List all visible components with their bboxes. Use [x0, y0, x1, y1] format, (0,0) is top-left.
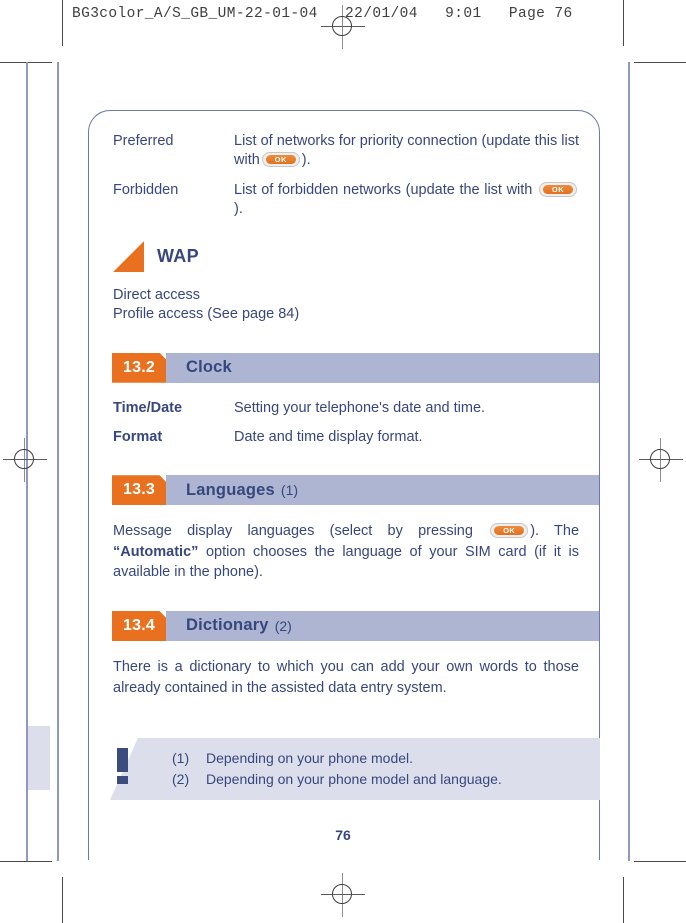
footnote-text: Depending on your phone model.	[206, 750, 414, 766]
footnote-list: (1) Depending on your phone model. (2) D…	[172, 748, 592, 791]
ok-key-label: OK	[494, 526, 525, 536]
definition-description: Date and time display format.	[234, 428, 423, 445]
clock-row-format: Format Date and time display format.	[113, 428, 579, 447]
definition-term: Time/Date	[113, 399, 183, 416]
crop-mark-bottom-right-horizontal	[634, 861, 686, 862]
languages-text-1: Message display languages (select by pre…	[113, 523, 473, 540]
section-number-badge: 13.4	[112, 610, 166, 641]
page-number: 76	[335, 827, 351, 843]
section-title: Languages	[186, 480, 275, 499]
guide-line-right-inner	[628, 62, 630, 861]
languages-paragraph: Message display languages (select by pre…	[113, 521, 579, 583]
languages-text-bold: “Automatic”	[113, 543, 199, 560]
wap-line-direct-access: Direct access	[113, 287, 201, 304]
wap-heading-label: WAP	[157, 246, 199, 267]
registration-mark-right	[639, 438, 683, 482]
registration-mark-left	[3, 438, 47, 482]
ok-key-label: OK	[543, 184, 574, 194]
section-title-bar: Languages (1)	[166, 475, 599, 506]
footnote-item: (1) Depending on your phone model.	[172, 748, 592, 769]
section-title-bar: Dictionary (2)	[166, 610, 599, 641]
section-header-dictionary: 13.4 Dictionary (2)	[112, 610, 599, 641]
definition-description: Setting your telephone's date and time.	[234, 399, 486, 416]
guide-line-left-inner	[57, 62, 59, 861]
crop-mark-top-right-horizontal	[634, 62, 686, 63]
section-title: Dictionary	[186, 616, 269, 635]
crop-mark-bottom-right-vertical	[623, 877, 624, 923]
section-title: Clock	[186, 358, 232, 377]
definition-description-tail: ).	[234, 200, 243, 217]
wap-heading: WAP	[113, 241, 579, 273]
definition-description: List of networks for priority connection…	[234, 132, 579, 171]
footnote-item: (2) Depending on your phone model and la…	[172, 769, 592, 790]
crop-mark-bottom-left-vertical	[62, 877, 63, 923]
section-header-clock: 13.2 Clock	[112, 352, 599, 383]
page-content: Preferred List of networks for priority …	[112, 132, 599, 698]
definition-description: List of forbidden networks (update the l…	[234, 181, 579, 220]
ok-key-label: OK	[265, 155, 296, 165]
crop-mark-top-left-vertical	[62, 0, 63, 46]
definition-row-forbidden: Forbidden List of forbidden networks (up…	[113, 181, 579, 220]
dictionary-paragraph: There is a dictionary to which you can a…	[113, 658, 579, 696]
footnote-marker: (2)	[172, 771, 190, 788]
section-header-languages: 13.3 Languages (1)	[112, 475, 599, 506]
definition-term: Format	[113, 428, 163, 445]
section-footnote-marker: (2)	[274, 617, 292, 634]
section-number-badge: 13.3	[112, 475, 166, 506]
ok-key-icon: OK	[261, 152, 300, 168]
crop-mark-bottom-left-horizontal	[0, 861, 52, 862]
section-number-badge: 13.2	[112, 352, 166, 383]
languages-text-2: ). The	[530, 523, 580, 540]
section-title-bar: Clock	[166, 352, 599, 383]
print-header-text: BG3color_A/S_GB_UM-22-01-04 22/01/04 9:0…	[72, 6, 573, 22]
definition-term: Forbidden	[113, 181, 179, 198]
ok-key-icon: OK	[490, 523, 529, 539]
definition-description-text: List of forbidden networks (update the l…	[234, 181, 533, 198]
section-footnote-marker: (1)	[280, 482, 299, 499]
frame-bottom-mask	[89, 840, 599, 862]
footnote-marker: (1)	[172, 750, 190, 766]
wap-line-profile-access: Profile access (See page 84)	[113, 306, 300, 323]
footnote-callout: (1) Depending on your phone model. (2) D…	[110, 738, 600, 800]
footnote-text: Depending on your phone model and langua…	[206, 771, 502, 788]
definition-description-tail: ).	[301, 152, 311, 169]
definition-row-preferred: Preferred List of networks for priority …	[113, 132, 579, 171]
ok-key-icon: OK	[539, 181, 578, 197]
crop-mark-top-right-vertical	[623, 0, 624, 46]
clock-row-time-date: Time/Date Setting your telephone's date …	[113, 399, 579, 418]
definition-term: Preferred	[113, 133, 174, 149]
triangle-icon	[113, 241, 144, 273]
exclamation-icon	[117, 748, 128, 784]
margin-chapter-tab	[28, 726, 50, 790]
registration-mark-bottom	[321, 873, 365, 917]
